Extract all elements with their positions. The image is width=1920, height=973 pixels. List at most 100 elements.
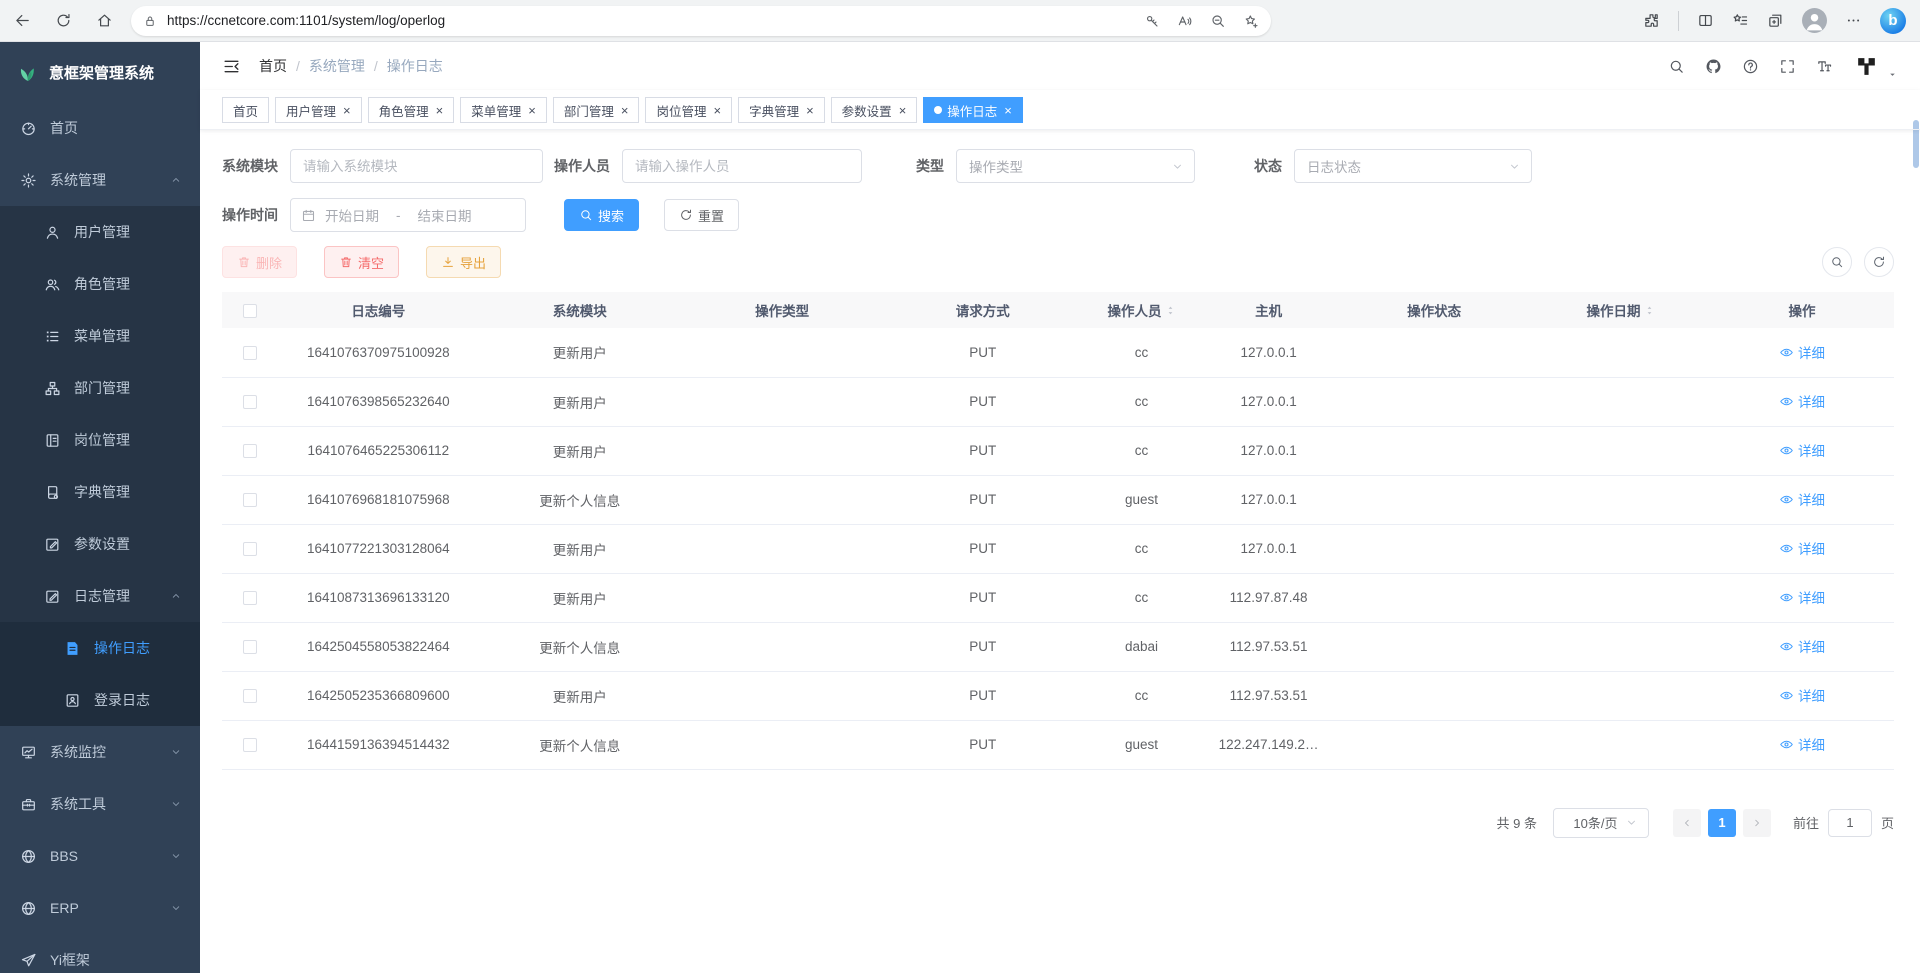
yi-logo[interactable]	[1853, 54, 1880, 79]
detail-link[interactable]: 详细	[1779, 636, 1825, 656]
profile-avatar[interactable]	[1802, 8, 1827, 33]
delete-button[interactable]: 删除	[222, 246, 297, 278]
sidebar-item-日志管理[interactable]: 日志管理	[0, 570, 200, 622]
type-select[interactable]: 操作类型	[956, 149, 1195, 183]
split-screen-icon[interactable]	[1697, 12, 1714, 29]
select-all-checkbox[interactable]	[243, 304, 257, 318]
operator-input[interactable]	[622, 149, 862, 183]
detail-link[interactable]: 详细	[1779, 734, 1825, 754]
search-icon[interactable]	[1668, 58, 1685, 75]
favorite-add-icon[interactable]	[1243, 13, 1259, 29]
tab-首页[interactable]: 首页	[222, 97, 269, 123]
page-number-button[interactable]: 1	[1708, 809, 1736, 837]
row-checkbox[interactable]	[243, 689, 257, 703]
detail-link[interactable]: 详细	[1779, 587, 1825, 607]
sort-caret-icon[interactable]	[1165, 303, 1176, 318]
close-icon[interactable]: ×	[713, 104, 721, 117]
key-icon[interactable]	[1144, 13, 1160, 29]
detail-link[interactable]: 详细	[1779, 685, 1825, 705]
sidebar-item-登录日志[interactable]: 登录日志	[0, 674, 200, 726]
sidebar-item-用户管理[interactable]: 用户管理	[0, 206, 200, 258]
back-icon[interactable]	[14, 12, 31, 29]
sidebar-item-部门管理[interactable]: 部门管理	[0, 362, 200, 414]
sidebar-item-Yi框架[interactable]: Yi框架	[0, 934, 200, 973]
row-checkbox[interactable]	[243, 444, 257, 458]
tab-参数设置[interactable]: 参数设置×	[831, 97, 918, 123]
font-size-icon[interactable]	[1816, 58, 1833, 75]
table-refresh-button[interactable]	[1864, 247, 1894, 277]
prev-page-button[interactable]	[1673, 809, 1701, 837]
detail-link[interactable]: 详细	[1779, 342, 1825, 362]
column-header-操作日期[interactable]: 操作日期	[1531, 292, 1710, 328]
goto-page-input[interactable]	[1828, 809, 1872, 837]
collections-icon[interactable]	[1767, 12, 1784, 29]
export-button[interactable]: 导出	[426, 246, 501, 278]
read-aloud-icon[interactable]	[1177, 13, 1193, 29]
sidebar-item-角色管理[interactable]: 角色管理	[0, 258, 200, 310]
detail-link[interactable]: 详细	[1779, 489, 1825, 509]
search-button[interactable]: 搜索	[564, 199, 639, 231]
row-checkbox[interactable]	[243, 591, 257, 605]
table-search-button[interactable]	[1822, 247, 1852, 277]
sidebar-item-系统监控[interactable]: 系统监控	[0, 726, 200, 778]
bing-icon[interactable]	[1880, 8, 1906, 34]
close-icon[interactable]: ×	[436, 104, 444, 117]
refresh-icon[interactable]	[55, 12, 72, 29]
breadcrumb-item[interactable]: 首页	[259, 56, 287, 76]
reset-button[interactable]: 重置	[664, 199, 739, 231]
close-icon[interactable]: ×	[1004, 104, 1012, 117]
status-select[interactable]: 日志状态	[1294, 149, 1532, 183]
tab-用户管理[interactable]: 用户管理×	[275, 97, 362, 123]
close-icon[interactable]: ×	[621, 104, 629, 117]
next-page-button[interactable]	[1743, 809, 1771, 837]
clear-button[interactable]: 清空	[324, 246, 399, 278]
column-header-操作人员[interactable]: 操作人员	[1083, 292, 1200, 328]
sidebar-item-字典管理[interactable]: 字典管理	[0, 466, 200, 518]
detail-link[interactable]: 详细	[1779, 538, 1825, 558]
close-icon[interactable]: ×	[343, 104, 351, 117]
date-range-input[interactable]: 开始日期 - 结束日期	[290, 198, 526, 232]
close-icon[interactable]: ×	[806, 104, 814, 117]
row-checkbox[interactable]	[243, 395, 257, 409]
close-icon[interactable]: ×	[528, 104, 536, 117]
sidebar-item-参数设置[interactable]: 参数设置	[0, 518, 200, 570]
detail-link[interactable]: 详细	[1779, 391, 1825, 411]
menu-fold-icon[interactable]	[222, 57, 241, 76]
sidebar-item-操作日志[interactable]: 操作日志	[0, 622, 200, 674]
table-cell: cc	[1083, 573, 1200, 622]
caret-down-icon[interactable]	[1887, 69, 1898, 80]
question-icon[interactable]	[1742, 58, 1759, 75]
tab-部门管理[interactable]: 部门管理×	[553, 97, 640, 123]
tab-菜单管理[interactable]: 菜单管理×	[460, 97, 547, 123]
tab-字典管理[interactable]: 字典管理×	[738, 97, 825, 123]
row-checkbox[interactable]	[243, 738, 257, 752]
more-icon[interactable]	[1845, 12, 1862, 29]
tab-岗位管理[interactable]: 岗位管理×	[645, 97, 732, 123]
tab-操作日志[interactable]: 操作日志×	[923, 97, 1023, 123]
page-size-select[interactable]: 10条/页	[1553, 808, 1649, 838]
sidebar-item-系统工具[interactable]: 系统工具	[0, 778, 200, 830]
detail-link[interactable]: 详细	[1779, 440, 1825, 460]
favorites-bar-icon[interactable]	[1732, 12, 1749, 29]
row-checkbox[interactable]	[243, 542, 257, 556]
close-icon[interactable]: ×	[899, 104, 907, 117]
sidebar-item-首页[interactable]: 首页	[0, 102, 200, 154]
sidebar-item-ERP[interactable]: ERP	[0, 882, 200, 934]
sidebar-item-系统管理[interactable]: 系统管理	[0, 154, 200, 206]
tab-角色管理[interactable]: 角色管理×	[368, 97, 455, 123]
zoom-out-icon[interactable]	[1210, 13, 1226, 29]
sidebar-item-BBS[interactable]: BBS	[0, 830, 200, 882]
home-icon[interactable]	[96, 12, 113, 29]
row-checkbox[interactable]	[243, 493, 257, 507]
sort-caret-icon[interactable]	[1644, 303, 1655, 318]
sidebar-item-菜单管理[interactable]: 菜单管理	[0, 310, 200, 362]
module-input[interactable]	[290, 149, 543, 183]
fullscreen-icon[interactable]	[1779, 58, 1796, 75]
sidebar-item-岗位管理[interactable]: 岗位管理	[0, 414, 200, 466]
row-checkbox[interactable]	[243, 346, 257, 360]
breadcrumb-item[interactable]: 系统管理	[309, 56, 365, 76]
row-checkbox[interactable]	[243, 640, 257, 654]
address-bar[interactable]: https://ccnetcore.com:1101/system/log/op…	[131, 6, 1271, 36]
github-icon[interactable]	[1705, 58, 1722, 75]
extensions-icon[interactable]	[1643, 12, 1660, 29]
